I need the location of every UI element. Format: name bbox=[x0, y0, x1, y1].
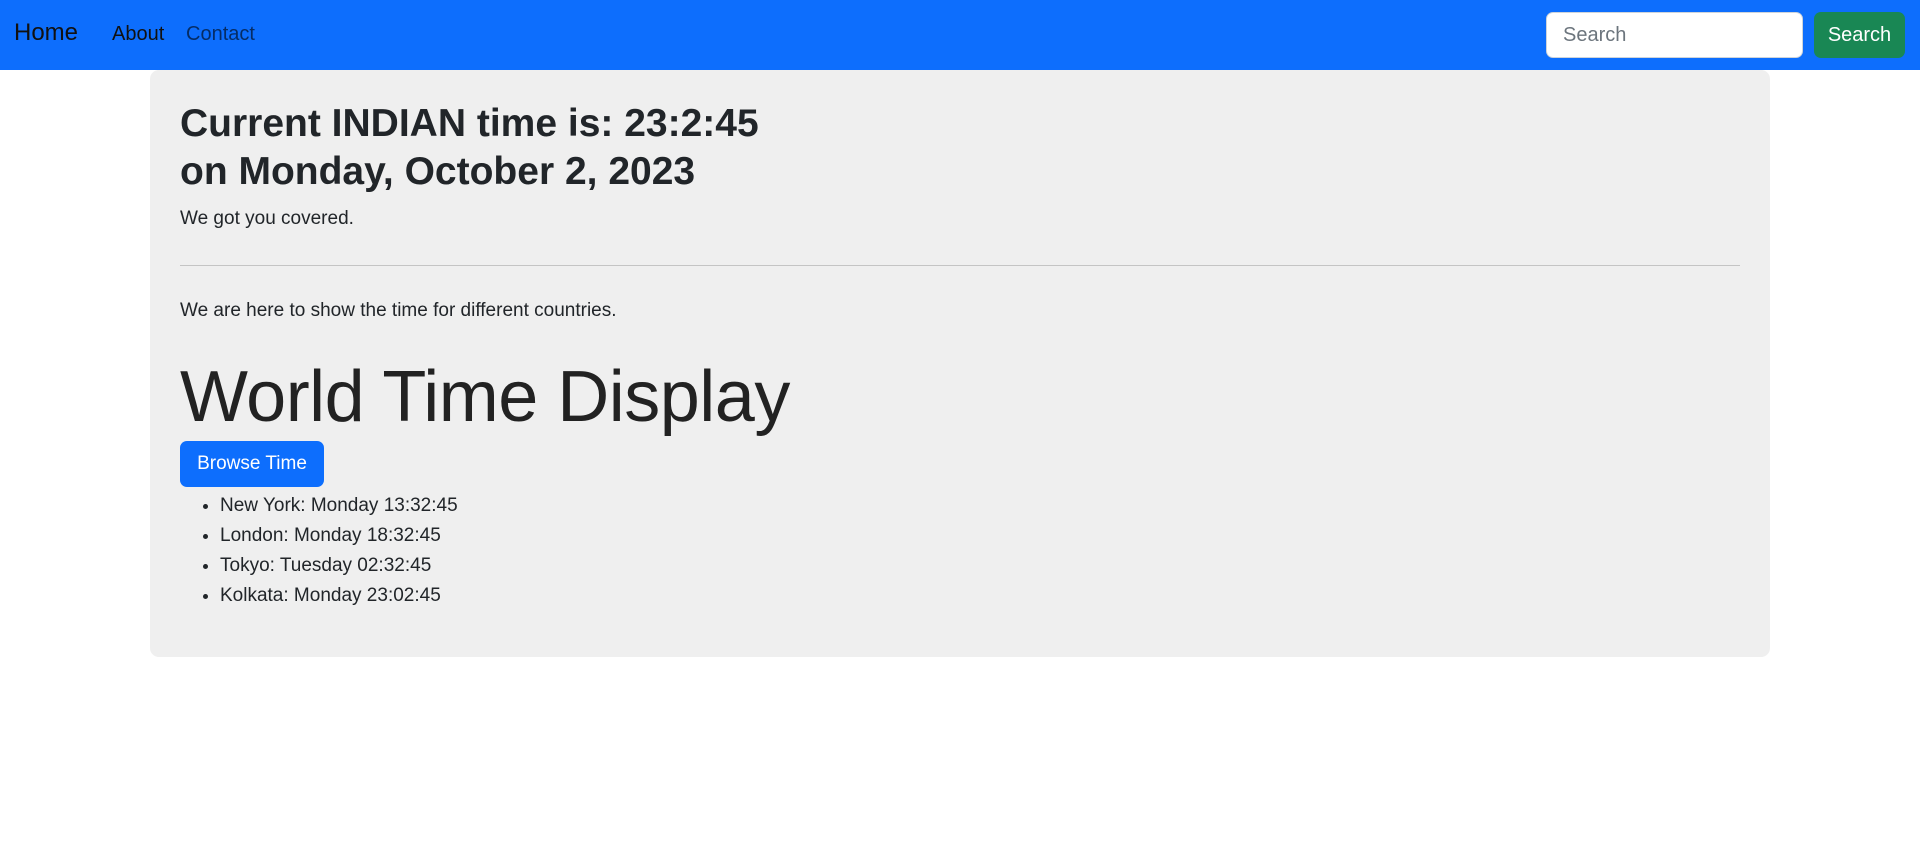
navbar: Home About Contact Search bbox=[0, 0, 1920, 70]
jumbotron-card: Current INDIAN time is: 23:2:45 on Monda… bbox=[150, 70, 1770, 657]
divider bbox=[180, 265, 1740, 266]
current-time-heading: Current INDIAN time is: 23:2:45 on Monda… bbox=[180, 100, 759, 196]
intro-text: We are here to show the time for differe… bbox=[180, 300, 617, 321]
tagline: We got you covered. bbox=[180, 208, 354, 229]
list-item: New York: Monday 13:32:45 bbox=[220, 491, 458, 521]
current-time-line: Current INDIAN time is: 23:2:45 bbox=[180, 102, 759, 145]
nav-brand-home[interactable]: Home bbox=[14, 19, 78, 47]
nav-link-contact[interactable]: Contact bbox=[186, 23, 255, 46]
browse-time-button[interactable]: Browse Time bbox=[180, 441, 324, 487]
search-button[interactable]: Search bbox=[1814, 12, 1905, 58]
list-item: Tokyo: Tuesday 02:32:45 bbox=[220, 551, 458, 581]
display-title: World Time Display bbox=[180, 357, 790, 437]
current-date-line: on Monday, October 2, 2023 bbox=[180, 150, 696, 193]
nav-link-about[interactable]: About bbox=[112, 23, 164, 46]
list-item: Kolkata: Monday 23:02:45 bbox=[220, 581, 458, 611]
list-item: London: Monday 18:32:45 bbox=[220, 521, 458, 551]
world-times-list: New York: Monday 13:32:45 London: Monday… bbox=[180, 491, 458, 611]
search-input[interactable] bbox=[1546, 12, 1803, 58]
